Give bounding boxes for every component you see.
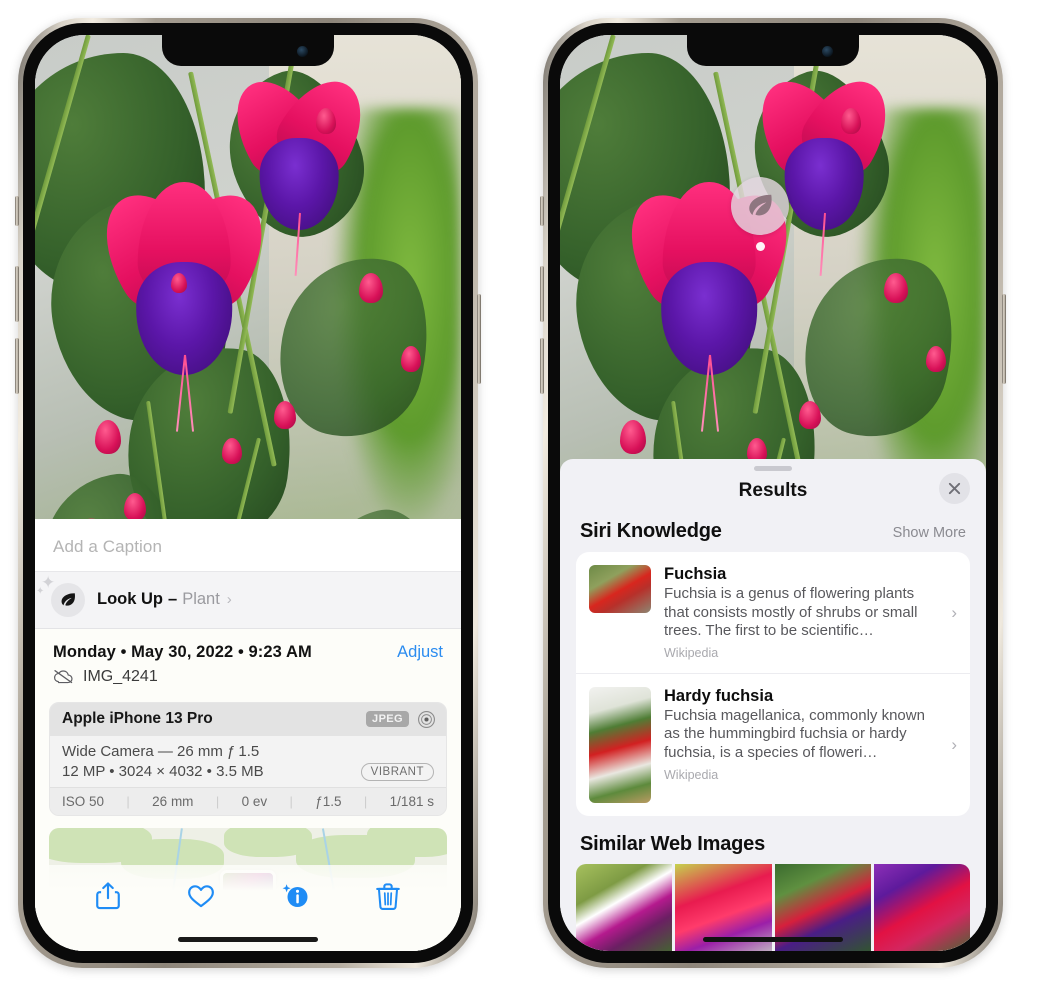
iphone-device-left: Add a Caption ✦ ✦ Look Up – Plant › Mond… — [15, 18, 481, 968]
metadata-block: Monday • May 30, 2022 • 9:23 AM Adjust I… — [35, 628, 461, 696]
result-source: Wikipedia — [664, 767, 719, 782]
format-badge: JPEG — [366, 711, 409, 728]
results-title: Results — [738, 480, 808, 502]
device-bezel: Add a Caption ✦ ✦ Look Up – Plant › Mond… — [23, 23, 473, 963]
close-icon[interactable] — [939, 473, 970, 505]
volume-down-button[interactable] — [15, 338, 19, 394]
result-thumbnail — [589, 686, 651, 803]
notch — [162, 35, 334, 66]
exif-stat-aperture: ƒ1.5 — [315, 793, 342, 809]
lens-info: Wide Camera — 26 mm ƒ 1.5 — [62, 742, 260, 760]
volume-down-button[interactable] — [540, 338, 544, 394]
list-item[interactable]: Fuchsia Fuchsia is a genus of flowering … — [576, 552, 970, 673]
badge-anchor-dot — [755, 241, 765, 251]
siri-knowledge-card: Fuchsia Fuchsia is a genus of flowering … — [576, 552, 970, 816]
photo-info-sheet: Add a Caption ✦ ✦ Look Up – Plant › Mond… — [35, 518, 461, 951]
chevron-right-icon: › — [951, 602, 957, 622]
exif-stat-focal: 26 mm — [152, 793, 194, 809]
list-item[interactable]: Hardy fuchsia Fuchsia magellanica, commo… — [576, 672, 970, 816]
leaf-icon — [731, 176, 790, 235]
home-indicator[interactable] — [178, 937, 318, 942]
exif-divider: | — [289, 793, 293, 809]
exif-stats-row: ISO 50 | 26 mm | 0 ev | ƒ1.5 | 1/181 s — [50, 786, 446, 815]
volume-up-button[interactable] — [15, 266, 19, 322]
leaf-icon: ✦ ✦ — [36, 574, 85, 617]
section-title-similar-web-images: Similar Web Images — [580, 832, 765, 855]
photographic-style-badge: VIBRANT — [360, 762, 434, 781]
show-more-button[interactable]: Show More — [893, 525, 966, 541]
notch — [687, 35, 859, 66]
volume-up-button[interactable] — [540, 266, 544, 322]
aperture-icon — [417, 710, 436, 729]
exif-divider: | — [363, 793, 368, 809]
file-name: IMG_4241 — [83, 667, 158, 685]
result-title: Hardy fuchsia — [664, 686, 774, 705]
front-camera-icon — [297, 46, 308, 57]
exif-card: Apple iPhone 13 Pro JPEG Wide Camera — 2… — [49, 701, 447, 816]
favorite-button[interactable] — [182, 877, 220, 915]
front-camera-icon — [822, 46, 833, 57]
info-button[interactable] — [276, 877, 314, 915]
screenshot-stage: Add a Caption ✦ ✦ Look Up – Plant › Mond… — [0, 0, 1055, 985]
exif-divider: | — [215, 793, 220, 809]
web-image-1[interactable] — [576, 863, 673, 951]
similar-web-images-header: Similar Web Images — [560, 816, 986, 864]
camera-device-name: Apple iPhone 13 Pro — [62, 710, 213, 728]
result-title: Fuchsia — [664, 565, 727, 584]
exif-stat-shutter: 1/181 s — [389, 793, 434, 809]
device-bezel: Results Siri Knowledge Show More Fuchsia… — [548, 23, 998, 963]
sparkle-small-icon: ✦ — [36, 585, 45, 597]
icloud-slash-icon — [53, 669, 74, 684]
result-source: Wikipedia — [664, 645, 719, 660]
visual-lookup-badge[interactable] — [731, 176, 790, 251]
caption-input[interactable]: Add a Caption — [35, 518, 461, 571]
exif-stat-iso: ISO 50 — [62, 793, 105, 809]
home-indicator[interactable] — [703, 937, 843, 942]
screen-right: Results Siri Knowledge Show More Fuchsia… — [560, 35, 986, 951]
look-up-separator: – — [168, 590, 178, 609]
exif-stat-ev: 0 ev — [241, 793, 268, 809]
silent-switch[interactable] — [15, 196, 19, 226]
look-up-value: Plant — [182, 590, 220, 609]
adjust-button[interactable]: Adjust — [397, 643, 443, 662]
result-thumbnail — [589, 565, 651, 614]
result-description: Fuchsia is a genus of flowering plants t… — [664, 585, 918, 640]
iphone-device-right: Results Siri Knowledge Show More Fuchsia… — [540, 18, 1006, 968]
image-size-info: 12 MP • 3024 × 4032 • 3.5 MB — [62, 763, 264, 781]
look-up-row[interactable]: ✦ ✦ Look Up – Plant › — [35, 570, 461, 629]
siri-knowledge-header: Siri Knowledge Show More — [560, 516, 986, 552]
chevron-right-icon: › — [951, 734, 957, 754]
look-up-label: Look Up — [97, 590, 163, 609]
share-button[interactable] — [89, 877, 127, 915]
delete-button[interactable] — [369, 877, 407, 915]
chevron-right-icon: › — [226, 591, 232, 609]
silent-switch[interactable] — [540, 196, 544, 226]
web-image-4[interactable] — [873, 863, 970, 951]
section-title-siri-knowledge: Siri Knowledge — [580, 520, 722, 543]
power-button[interactable] — [1002, 294, 1006, 384]
power-button[interactable] — [477, 294, 481, 384]
screen-left: Add a Caption ✦ ✦ Look Up – Plant › Mond… — [35, 35, 461, 951]
exif-divider: | — [126, 793, 130, 809]
photo-date: Monday • May 30, 2022 • 9:23 AM — [53, 642, 312, 661]
results-sheet: Results Siri Knowledge Show More Fuchsia… — [560, 459, 986, 951]
result-description: Fuchsia magellanica, commonly known as t… — [664, 706, 925, 762]
